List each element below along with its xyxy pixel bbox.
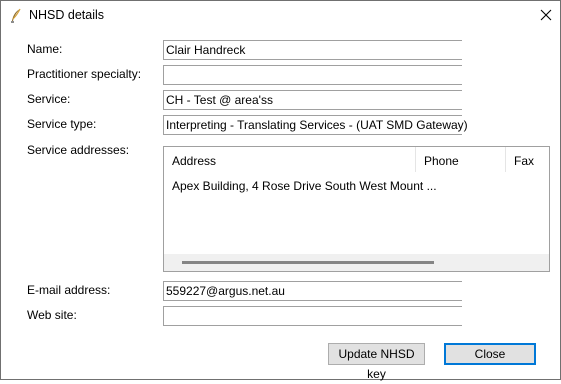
service-field[interactable]: CH - Test @ area'ss — [163, 90, 462, 110]
service-value: CH - Test @ area'ss — [166, 93, 273, 107]
name-value: Clair Handreck — [166, 43, 246, 57]
service-type-label: Service type: — [27, 117, 97, 131]
list-item[interactable]: Apex Building, 4 Rose Drive South West M… — [172, 179, 437, 193]
website-label: Web site: — [27, 308, 77, 322]
update-nhsd-key-button[interactable]: Update NHSD key — [328, 343, 425, 381]
column-header-phone[interactable]: Phone — [416, 147, 506, 172]
scrollbar-thumb[interactable] — [182, 261, 434, 264]
service-label: Service: — [27, 92, 71, 106]
horizontal-scrollbar[interactable] — [164, 254, 549, 271]
email-label: E-mail address: — [27, 283, 111, 297]
specialty-field[interactable] — [163, 65, 462, 85]
column-header-address[interactable]: Address — [164, 147, 416, 172]
service-type-value: Interpreting - Translating Services - (U… — [166, 118, 468, 132]
close-button[interactable]: Close — [444, 343, 536, 365]
email-value: 559227@argus.net.au — [166, 284, 285, 298]
service-addresses-label: Service addresses: — [27, 143, 130, 157]
title-bar: NHSD details — [1, 1, 560, 31]
service-addresses-list[interactable]: Address Phone Fax Apex Building, 4 Rose … — [163, 146, 550, 272]
service-type-field[interactable]: Interpreting - Translating Services - (U… — [163, 115, 468, 135]
quill-icon — [11, 8, 21, 23]
close-icon[interactable] — [533, 3, 559, 29]
name-label: Name: — [27, 42, 63, 56]
specialty-label: Practitioner specialty: — [27, 67, 142, 81]
window-title: NHSD details — [29, 8, 105, 22]
email-field[interactable]: 559227@argus.net.au — [163, 281, 462, 301]
column-header-fax[interactable]: Fax — [506, 147, 549, 172]
nhsd-details-dialog: NHSD details Name: Clair Handreck Practi… — [0, 0, 561, 381]
website-field[interactable] — [163, 306, 462, 326]
name-field[interactable]: Clair Handreck — [163, 40, 462, 60]
